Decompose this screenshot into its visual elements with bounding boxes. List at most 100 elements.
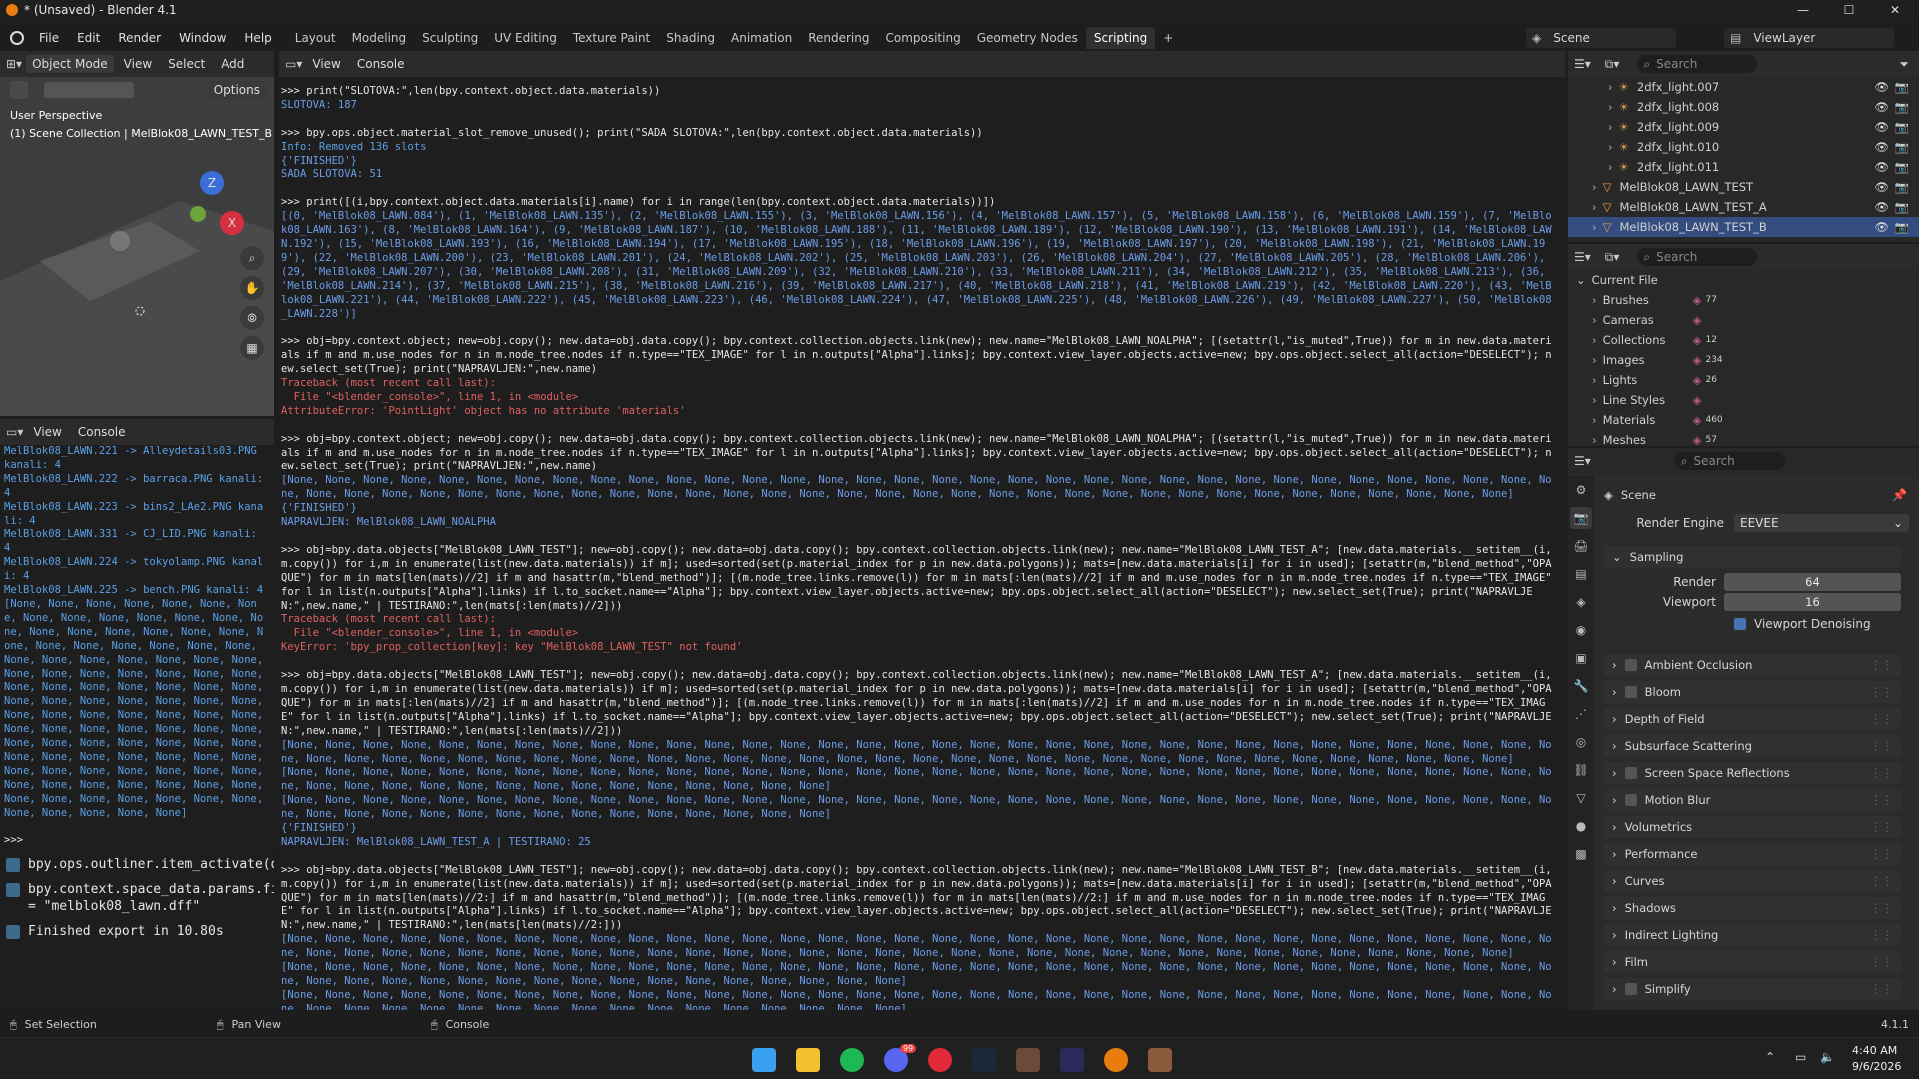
outliner-search[interactable]: ⌕ Search [1637, 55, 1758, 73]
console-menu-console[interactable]: Console [72, 423, 132, 441]
clock-date[interactable]: 9/6/2026 [1852, 1060, 1901, 1073]
outliner-item[interactable]: › ☀ 2dfx_light.008 👁 📷 [1568, 97, 1919, 117]
datablock-item[interactable]: › Materials ◈ 460 [1568, 410, 1919, 430]
spotify-icon[interactable] [840, 1048, 864, 1072]
render-tab-icon[interactable]: 📷 [1570, 507, 1592, 529]
datablock-item[interactable]: › Line Styles ◈ [1568, 390, 1919, 410]
tool-tab-icon[interactable]: ⚙ [1570, 479, 1592, 501]
panel-simplify[interactable]: › Simplify ⋮⋮ [1604, 978, 1901, 1000]
console-menu-console[interactable]: Console [351, 55, 411, 73]
viewport-menu-view[interactable]: View [118, 55, 158, 73]
chevron-right-icon[interactable]: › [1592, 200, 1597, 214]
visibility-eye-icon[interactable]: 👁 [1874, 120, 1889, 134]
panel-curves[interactable]: › Curves ⋮⋮ [1604, 870, 1901, 892]
info-log-entry[interactable]: Finished export in 10.80s [0, 919, 274, 944]
gizmo-y-axis[interactable] [190, 206, 206, 222]
menu-help[interactable]: Help [235, 27, 280, 49]
start-button-icon[interactable] [752, 1048, 776, 1072]
render-camera-icon[interactable]: 📷 [1895, 160, 1909, 174]
drag-handle-icon[interactable]: ⋮⋮ [1870, 847, 1893, 861]
visibility-eye-icon[interactable]: 👁 [1874, 220, 1889, 234]
menu-window[interactable]: Window [170, 27, 235, 49]
options-dropdown[interactable]: Options [207, 81, 266, 99]
sampling-panel[interactable]: ⌄ Sampling [1604, 546, 1901, 568]
chevron-right-icon[interactable]: › [1592, 293, 1597, 307]
datablock-item[interactable]: › Cameras ◈ [1568, 310, 1919, 330]
panel-subsurface-scattering[interactable]: › Subsurface Scattering ⋮⋮ [1604, 735, 1901, 757]
render-engine-dropdown[interactable]: EEVEE ⌄ [1734, 514, 1909, 532]
visibility-eye-icon[interactable]: 👁 [1874, 160, 1889, 174]
drag-handle-icon[interactable]: ⋮⋮ [1870, 955, 1893, 969]
mode-dropdown[interactable]: Object Mode [26, 55, 114, 73]
star-app-icon[interactable] [1060, 1048, 1084, 1072]
blender-taskbar-icon[interactable] [1104, 1048, 1128, 1072]
tab-animation[interactable]: Animation [723, 27, 800, 49]
pan-hand-icon[interactable]: ✋ [240, 276, 264, 300]
blender-menu-icon[interactable] [10, 31, 24, 45]
drag-handle-icon[interactable]: ⋮⋮ [1870, 766, 1893, 780]
output-tab-icon[interactable]: 🖨 [1570, 535, 1592, 557]
grid-view-icon[interactable]: ▦ [240, 336, 264, 360]
tab-scripting[interactable]: Scripting [1085, 27, 1156, 49]
editor-type-icon[interactable]: ☰▾ [1574, 57, 1591, 71]
datablock-search[interactable]: ⌕ Search [1637, 248, 1758, 266]
chevron-right-icon[interactable]: › [1592, 433, 1597, 446]
gizmo-z-axis[interactable]: Z [200, 171, 224, 195]
datablock-item[interactable]: › Meshes ◈ 57 [1568, 430, 1919, 446]
chevron-right-icon[interactable]: › [1592, 393, 1597, 407]
viewport-menu-add[interactable]: Add [215, 55, 250, 73]
properties-editor[interactable]: ☰▾ ⌕ Search ⚙ 📷 🖨 ▤ ◈ ◉ ▣ 🔧 ⋰ ◎ ⛓ ▽ ● ▩ … [1568, 448, 1919, 1010]
render-camera-icon[interactable]: 📷 [1895, 180, 1909, 194]
close-button[interactable]: ✕ [1872, 0, 1918, 20]
zoom-icon[interactable]: ⌕ [240, 246, 264, 270]
render-camera-icon[interactable]: 📷 [1895, 220, 1909, 234]
chevron-right-icon[interactable]: › [1608, 80, 1613, 94]
chevron-right-icon[interactable]: › [1592, 333, 1597, 347]
visibility-eye-icon[interactable]: 👁 [1874, 180, 1889, 194]
scene-tab-icon[interactable]: ◈ [1570, 591, 1592, 613]
panel-indirect-lighting[interactable]: › Indirect Lighting ⋮⋮ [1604, 924, 1901, 946]
network-icon[interactable]: ▭ [1795, 1050, 1806, 1064]
properties-search[interactable]: ⌕ Search [1674, 452, 1785, 470]
panel-volumetrics[interactable]: › Volumetrics ⋮⋮ [1604, 816, 1901, 838]
panel-screen-space-reflections[interactable]: › Screen Space Reflections ⋮⋮ [1604, 762, 1901, 784]
chevron-right-icon[interactable]: › [1608, 120, 1613, 134]
tab-shading[interactable]: Shading [658, 27, 723, 49]
drag-handle-icon[interactable]: ⋮⋮ [1870, 793, 1893, 807]
render-camera-icon[interactable]: 📷 [1895, 80, 1909, 94]
render-camera-icon[interactable]: 📷 [1895, 140, 1909, 154]
console-menu-view[interactable]: View [27, 423, 67, 441]
steam-icon[interactable] [972, 1048, 996, 1072]
tab-geometry-nodes[interactable]: Geometry Nodes [969, 27, 1086, 49]
panel-checkbox[interactable] [1624, 983, 1637, 995]
chevron-right-icon[interactable]: › [1608, 160, 1613, 174]
game-app-icon[interactable] [1016, 1048, 1040, 1072]
minimize-button[interactable]: — [1780, 0, 1826, 20]
world-tab-icon[interactable]: ◉ [1570, 619, 1592, 641]
view-layer-tab-icon[interactable]: ▤ [1570, 563, 1592, 585]
editor-type-icon[interactable]: ▭▾ [6, 425, 23, 439]
visibility-eye-icon[interactable]: 👁 [1874, 100, 1889, 114]
gizmo-x-axis[interactable]: X [220, 211, 244, 235]
chevron-right-icon[interactable]: › [1608, 140, 1613, 154]
datablock-item[interactable]: › Collections ◈ 12 [1568, 330, 1919, 350]
visibility-eye-icon[interactable]: 👁 [1874, 80, 1889, 94]
editor-type-icon[interactable]: ⊞▾ [6, 57, 22, 71]
datablock-item[interactable]: › Brushes ◈ 77 [1568, 290, 1919, 310]
menu-file[interactable]: File [30, 27, 68, 49]
drag-handle-icon[interactable]: ⋮⋮ [1870, 982, 1893, 996]
tab-compositing[interactable]: Compositing [877, 27, 968, 49]
editor-type-icon[interactable]: ▭▾ [285, 57, 302, 71]
datablock-item[interactable]: › Images ◈ 234 [1568, 350, 1919, 370]
console-menu-view[interactable]: View [306, 55, 346, 73]
drag-handle-icon[interactable]: ⋮⋮ [1870, 820, 1893, 834]
panel-checkbox[interactable] [1624, 794, 1637, 806]
display-mode-icon[interactable]: ⧉▾ [1605, 57, 1620, 72]
tab-rendering[interactable]: Rendering [800, 27, 877, 49]
panel-depth-of-field[interactable]: › Depth of Field ⋮⋮ [1604, 708, 1901, 730]
panel-shadows[interactable]: › Shadows ⋮⋮ [1604, 897, 1901, 919]
panel-ambient-occlusion[interactable]: › Ambient Occlusion ⋮⋮ [1604, 654, 1901, 676]
tab-sculpting[interactable]: Sculpting [414, 27, 486, 49]
opera-icon[interactable] [928, 1048, 952, 1072]
render-samples-field[interactable]: 64 [1724, 573, 1901, 591]
